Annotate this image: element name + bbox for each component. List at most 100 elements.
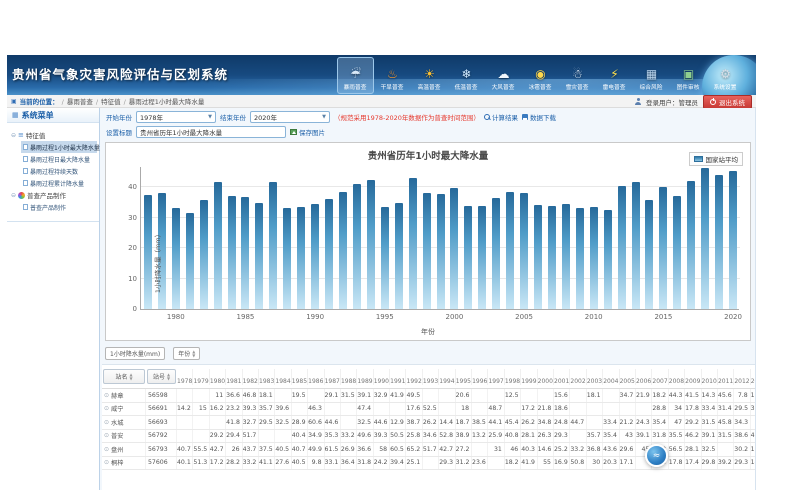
download-button[interactable]: 数据下载 <box>522 112 556 122</box>
calculate-button[interactable]: 计算结果 <box>484 112 518 122</box>
value-cell <box>538 389 554 402</box>
value-cell: 32.5 <box>357 416 373 429</box>
nav-item-6[interactable]: ◉冰雹普查 <box>522 57 559 94</box>
nav-item-3[interactable]: ☀高温普查 <box>411 57 448 94</box>
sidebar-item[interactable]: 普查产品制作 <box>21 201 97 213</box>
value-cell: 34.6 <box>423 430 439 443</box>
nav-item-4[interactable]: ❄低温普查 <box>448 57 485 94</box>
value-cell: 29.8 <box>702 457 718 470</box>
sidebar-item[interactable]: 暴雨过程1小时最大降水量 <box>21 141 97 153</box>
breadcrumb-item[interactable]: 特征值 <box>101 98 121 106</box>
value-cell: 26.9 <box>341 443 357 456</box>
value-cell: 16.9 <box>554 457 570 470</box>
chart-bar <box>325 199 333 309</box>
value-cell: 48.7 <box>488 403 504 416</box>
nav-item-9[interactable]: ▦综合风险 <box>633 57 670 94</box>
value-cell <box>472 403 488 416</box>
year-column-header: 1999 <box>521 369 537 385</box>
user-icon <box>635 98 641 105</box>
expand-icon[interactable]: ⊙ <box>104 392 109 399</box>
nav-item-label: 雷电普查 <box>603 82 626 91</box>
measure-filter[interactable]: 1小时降水量(mm) <box>105 347 165 360</box>
sidebar-group-1[interactable]: ⊖≡特征值 <box>11 129 97 141</box>
breadcrumb-item[interactable]: 暴雨过程1小时最大降水量 <box>129 98 205 106</box>
main-panel: 开始年份 1978年▼ 结束年份 2020年▼ （规范采用1978-2020年数… <box>100 108 755 490</box>
logged-in-user: 登录用户：管理员 <box>646 97 698 107</box>
value-cell: 17.4 <box>685 457 701 470</box>
value-cell: 13.2 <box>472 430 488 443</box>
value-cell: 14.6 <box>538 443 554 456</box>
nav-item-2[interactable]: ♨干旱普查 <box>374 57 411 94</box>
nav-item-10[interactable]: ▣图件审核 <box>670 57 707 94</box>
sidebar-group-2[interactable]: ⊖普查产品制作 <box>11 189 97 201</box>
value-cell: 17.8 <box>685 403 701 416</box>
column-filter[interactable]: 年份 ▲▼ <box>173 347 200 360</box>
value-cell: 18.6 <box>554 403 570 416</box>
value-cell: 46 <box>505 443 521 456</box>
nav-item-label: 图件审核 <box>677 82 700 91</box>
expand-icon[interactable]: ⊙ <box>104 459 109 466</box>
station-name-cell: ⊙盘州 <box>102 443 146 456</box>
breadcrumb-item[interactable]: 暴雨普查 <box>67 98 93 106</box>
value-cell: 56.5 <box>669 443 685 456</box>
value-cell: 52.8 <box>439 430 455 443</box>
location-label: 当前的位置： <box>20 96 59 106</box>
sidebar-group-label: 特征值 <box>26 130 46 140</box>
x-tick-label: 2000 <box>446 313 464 321</box>
sidebar-item[interactable]: 暴雨过程持续天数 <box>21 165 97 177</box>
station-name-header: 站名 <box>115 372 127 381</box>
year-column-header: 2004 <box>603 369 619 385</box>
value-cell: 50.8 <box>570 457 586 470</box>
collapse-icon[interactable]: ⊖ <box>11 192 16 199</box>
floating-logo-icon[interactable]: ≈ <box>645 444 668 467</box>
nav-item-5[interactable]: ☁大风普查 <box>485 57 522 94</box>
sidebar-item[interactable]: 暴雨过程日最大降水量 <box>21 153 97 165</box>
value-cell: 29.4 <box>226 430 242 443</box>
value-cell: 34.8 <box>538 416 554 429</box>
comprehensive-risk-icon: ▦ <box>646 67 657 82</box>
value-cell <box>472 443 488 456</box>
value-cell: 36.4 <box>341 457 357 470</box>
expand-icon[interactable]: ⊙ <box>104 419 109 426</box>
sidebar-item[interactable]: 暴雨过程累计降水量 <box>21 177 97 189</box>
value-cell <box>210 416 226 429</box>
nav-item-label: 低温普查 <box>455 82 478 91</box>
value-cell: 34 <box>669 403 685 416</box>
value-cell: 23.6 <box>472 457 488 470</box>
document-icon <box>23 204 28 210</box>
chart-title-input[interactable]: 贵州省历年1小时最大降水量 <box>136 126 286 138</box>
station-name: 威宁 <box>111 404 123 413</box>
value-cell: 47 <box>669 416 685 429</box>
expand-icon[interactable]: ⊙ <box>104 446 109 453</box>
sort-station-id[interactable]: 站号▲▼ <box>147 369 176 384</box>
sidebar-item-label: 普查产品制作 <box>30 203 66 212</box>
y-tick-label: 20 <box>109 244 137 252</box>
value-cell: 46.3 <box>308 403 324 416</box>
collapse-icon[interactable]: ⊖ <box>11 132 16 139</box>
year-column-header: 1988 <box>341 369 357 385</box>
value-cell <box>193 389 209 402</box>
sort-station-name[interactable]: 站名▲▼ <box>103 369 145 384</box>
save-image-button[interactable]: 保存图片 <box>290 127 325 137</box>
value-cell <box>177 416 193 429</box>
low-temp-icon: ❄ <box>461 67 471 82</box>
nav-item-8[interactable]: ⚡雷电普查 <box>596 57 633 94</box>
value-cell: 42.7 <box>210 443 226 456</box>
end-year-select[interactable]: 2020年▼ <box>250 111 330 123</box>
sort-arrows-icon: ▲▼ <box>192 350 195 357</box>
nav-item-1[interactable]: ☔暴雨普查 <box>337 57 374 94</box>
start-year-select[interactable]: 1978年▼ <box>136 111 216 123</box>
logout-button[interactable]: 退出系统 <box>703 95 752 109</box>
chart-bar <box>729 171 737 309</box>
expand-icon[interactable]: ⊙ <box>104 432 109 439</box>
chart-bar <box>506 192 514 309</box>
year-column-header: 1985 <box>292 369 308 385</box>
value-cell: 15.6 <box>554 389 570 402</box>
nav-item-11[interactable]: ⚙系统设置 <box>707 57 744 94</box>
chart-bar <box>353 184 361 309</box>
value-cell: 41.8 <box>226 416 242 429</box>
nav-item-7[interactable]: ☃雪灾普查 <box>559 57 596 94</box>
nav-item-label: 雪灾普查 <box>566 82 589 91</box>
value-cell: 51.7 <box>243 430 259 443</box>
expand-icon[interactable]: ⊙ <box>104 405 109 412</box>
